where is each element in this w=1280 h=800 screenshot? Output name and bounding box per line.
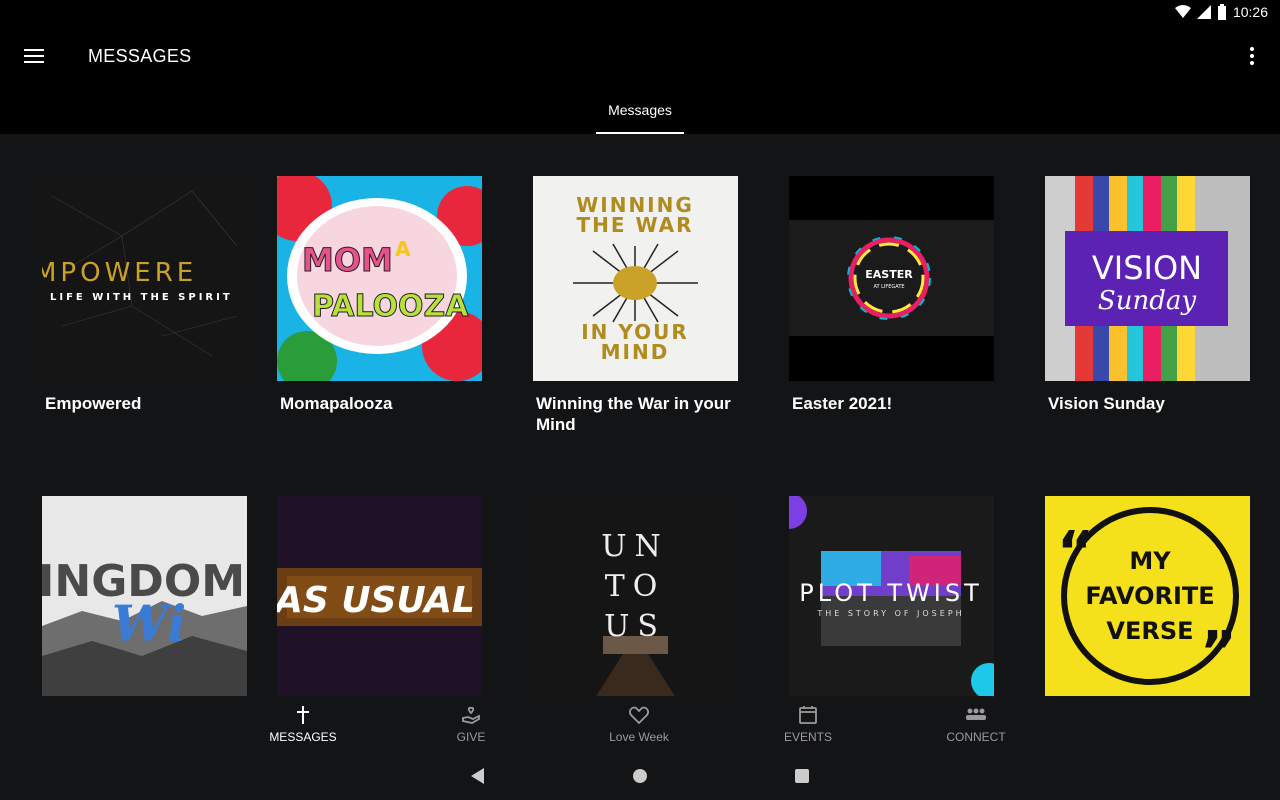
signal-icon: [1196, 5, 1211, 19]
series-thumbnail: AS USUAL: [277, 496, 482, 696]
status-time: 10:26: [1232, 4, 1268, 20]
series-thumbnail: MPOWERE LIFE WITH THE SPIRIT: [42, 176, 247, 381]
art-text: Sunday: [1098, 286, 1196, 316]
give-hand-icon: [462, 706, 480, 724]
people-icon: [966, 708, 986, 720]
series-thumbnail: WINNING THE WAR IN YOUR MIND: [533, 176, 738, 381]
nav-label: MESSAGES: [269, 730, 337, 744]
series-thumbnail: INGDOM Wi: [42, 496, 247, 696]
art-text: A: [395, 237, 411, 261]
art-text: THE WAR: [576, 213, 693, 237]
cross-icon: [297, 706, 309, 724]
home-icon[interactable]: [630, 766, 650, 786]
art-text: AS USUAL: [277, 580, 475, 621]
series-card-easter-2021[interactable]: EASTER AT LIFEGATE Easter 2021!: [789, 176, 994, 414]
status-bar: 10:26: [0, 0, 1280, 24]
series-card-winning-the-war[interactable]: WINNING THE WAR IN YOUR MIND Winning the…: [533, 176, 738, 435]
nav-item-events[interactable]: EVENTS: [753, 704, 863, 748]
series-card-as-usual[interactable]: AS USUAL: [277, 496, 482, 696]
series-card-unto-us[interactable]: UN TO US: [533, 496, 738, 696]
series-thumbnail: PLOT TWIST THE STORY OF JOSEPH: [789, 496, 994, 696]
art-text: EASTER: [865, 268, 913, 281]
art-text: FAVORITE: [1085, 582, 1214, 610]
art-text: MY: [1129, 547, 1171, 575]
art-text: Wi: [112, 594, 186, 653]
series-thumbnail: “ ” MY FAVORITE VERSE: [1045, 496, 1250, 696]
nav-item-love-week[interactable]: Love Week: [584, 704, 694, 748]
series-title: Momapalooza: [280, 394, 393, 413]
series-card-empowered[interactable]: MPOWERE LIFE WITH THE SPIRIT Empowered: [42, 176, 247, 414]
art-text: PLOT TWIST: [799, 579, 983, 607]
heart-icon: [629, 706, 649, 725]
series-card-kingdom[interactable]: INGDOM Wi: [42, 496, 247, 696]
series-card-momapalooza[interactable]: MOM A PALOOZA Momapalooza: [277, 176, 482, 414]
series-title: Winning the War in your Mind: [536, 394, 731, 434]
more-options-icon[interactable]: [1248, 44, 1256, 68]
art-text: THE STORY OF JOSEPH: [816, 609, 964, 618]
series-card-vision-sunday[interactable]: VISION Sunday Vision Sunday: [1045, 176, 1250, 414]
quote-close-icon: ”: [1200, 620, 1237, 685]
bottom-navigation: MESSAGES GIVE Love Week EVENTS CONNECT: [0, 696, 1280, 752]
nav-label: EVENTS: [783, 730, 832, 744]
series-card-my-favorite-verse[interactable]: “ ” MY FAVORITE VERSE: [1045, 496, 1250, 696]
recents-icon[interactable]: [792, 766, 812, 786]
series-thumbnail: VISION Sunday: [1045, 176, 1250, 381]
app-bar: MESSAGES: [0, 24, 1280, 88]
series-card-plot-twist[interactable]: PLOT TWIST THE STORY OF JOSEPH: [789, 496, 994, 696]
menu-icon[interactable]: [24, 44, 48, 68]
series-title: Empowered: [45, 394, 142, 413]
art-text: TO: [605, 569, 666, 604]
art-text: MIND: [601, 340, 670, 364]
series-title: Easter 2021!: [792, 394, 893, 413]
art-text: UN: [601, 529, 669, 564]
art-text: AT LIFEGATE: [873, 284, 904, 290]
system-navigation-bar: [0, 752, 1280, 800]
page-title: MESSAGES: [88, 46, 192, 66]
nav-item-give[interactable]: GIVE: [416, 704, 526, 748]
quote-open-icon: “: [1057, 520, 1094, 585]
art-text: MOM: [302, 241, 393, 279]
art-text: VERSE: [1106, 617, 1193, 645]
tab-messages[interactable]: Messages: [596, 88, 684, 134]
series-thumbnail: UN TO US: [533, 496, 738, 696]
art-text: VISION: [1092, 249, 1202, 287]
series-thumbnail: MOM A PALOOZA: [277, 176, 482, 381]
battery-icon: [1217, 4, 1226, 20]
wifi-icon: [1174, 5, 1191, 18]
art-text: PALOOZA: [312, 289, 469, 324]
art-text: US: [604, 609, 666, 644]
art-text: MPOWERE: [42, 258, 197, 288]
series-grid: MPOWERE LIFE WITH THE SPIRIT Empowered M…: [0, 176, 1280, 696]
nav-label: GIVE: [456, 730, 486, 744]
nav-label: CONNECT: [946, 730, 1006, 744]
nav-label: Love Week: [609, 730, 669, 744]
calendar-icon: [799, 706, 817, 724]
tab-bar: Messages: [0, 88, 1280, 134]
back-icon[interactable]: [468, 766, 488, 786]
series-thumbnail: EASTER AT LIFEGATE: [789, 176, 994, 381]
nav-item-messages[interactable]: MESSAGES: [248, 704, 358, 748]
art-text: LIFE WITH THE SPIRIT: [50, 292, 233, 303]
nav-item-connect[interactable]: CONNECT: [921, 704, 1031, 748]
series-title: Vision Sunday: [1048, 394, 1165, 413]
